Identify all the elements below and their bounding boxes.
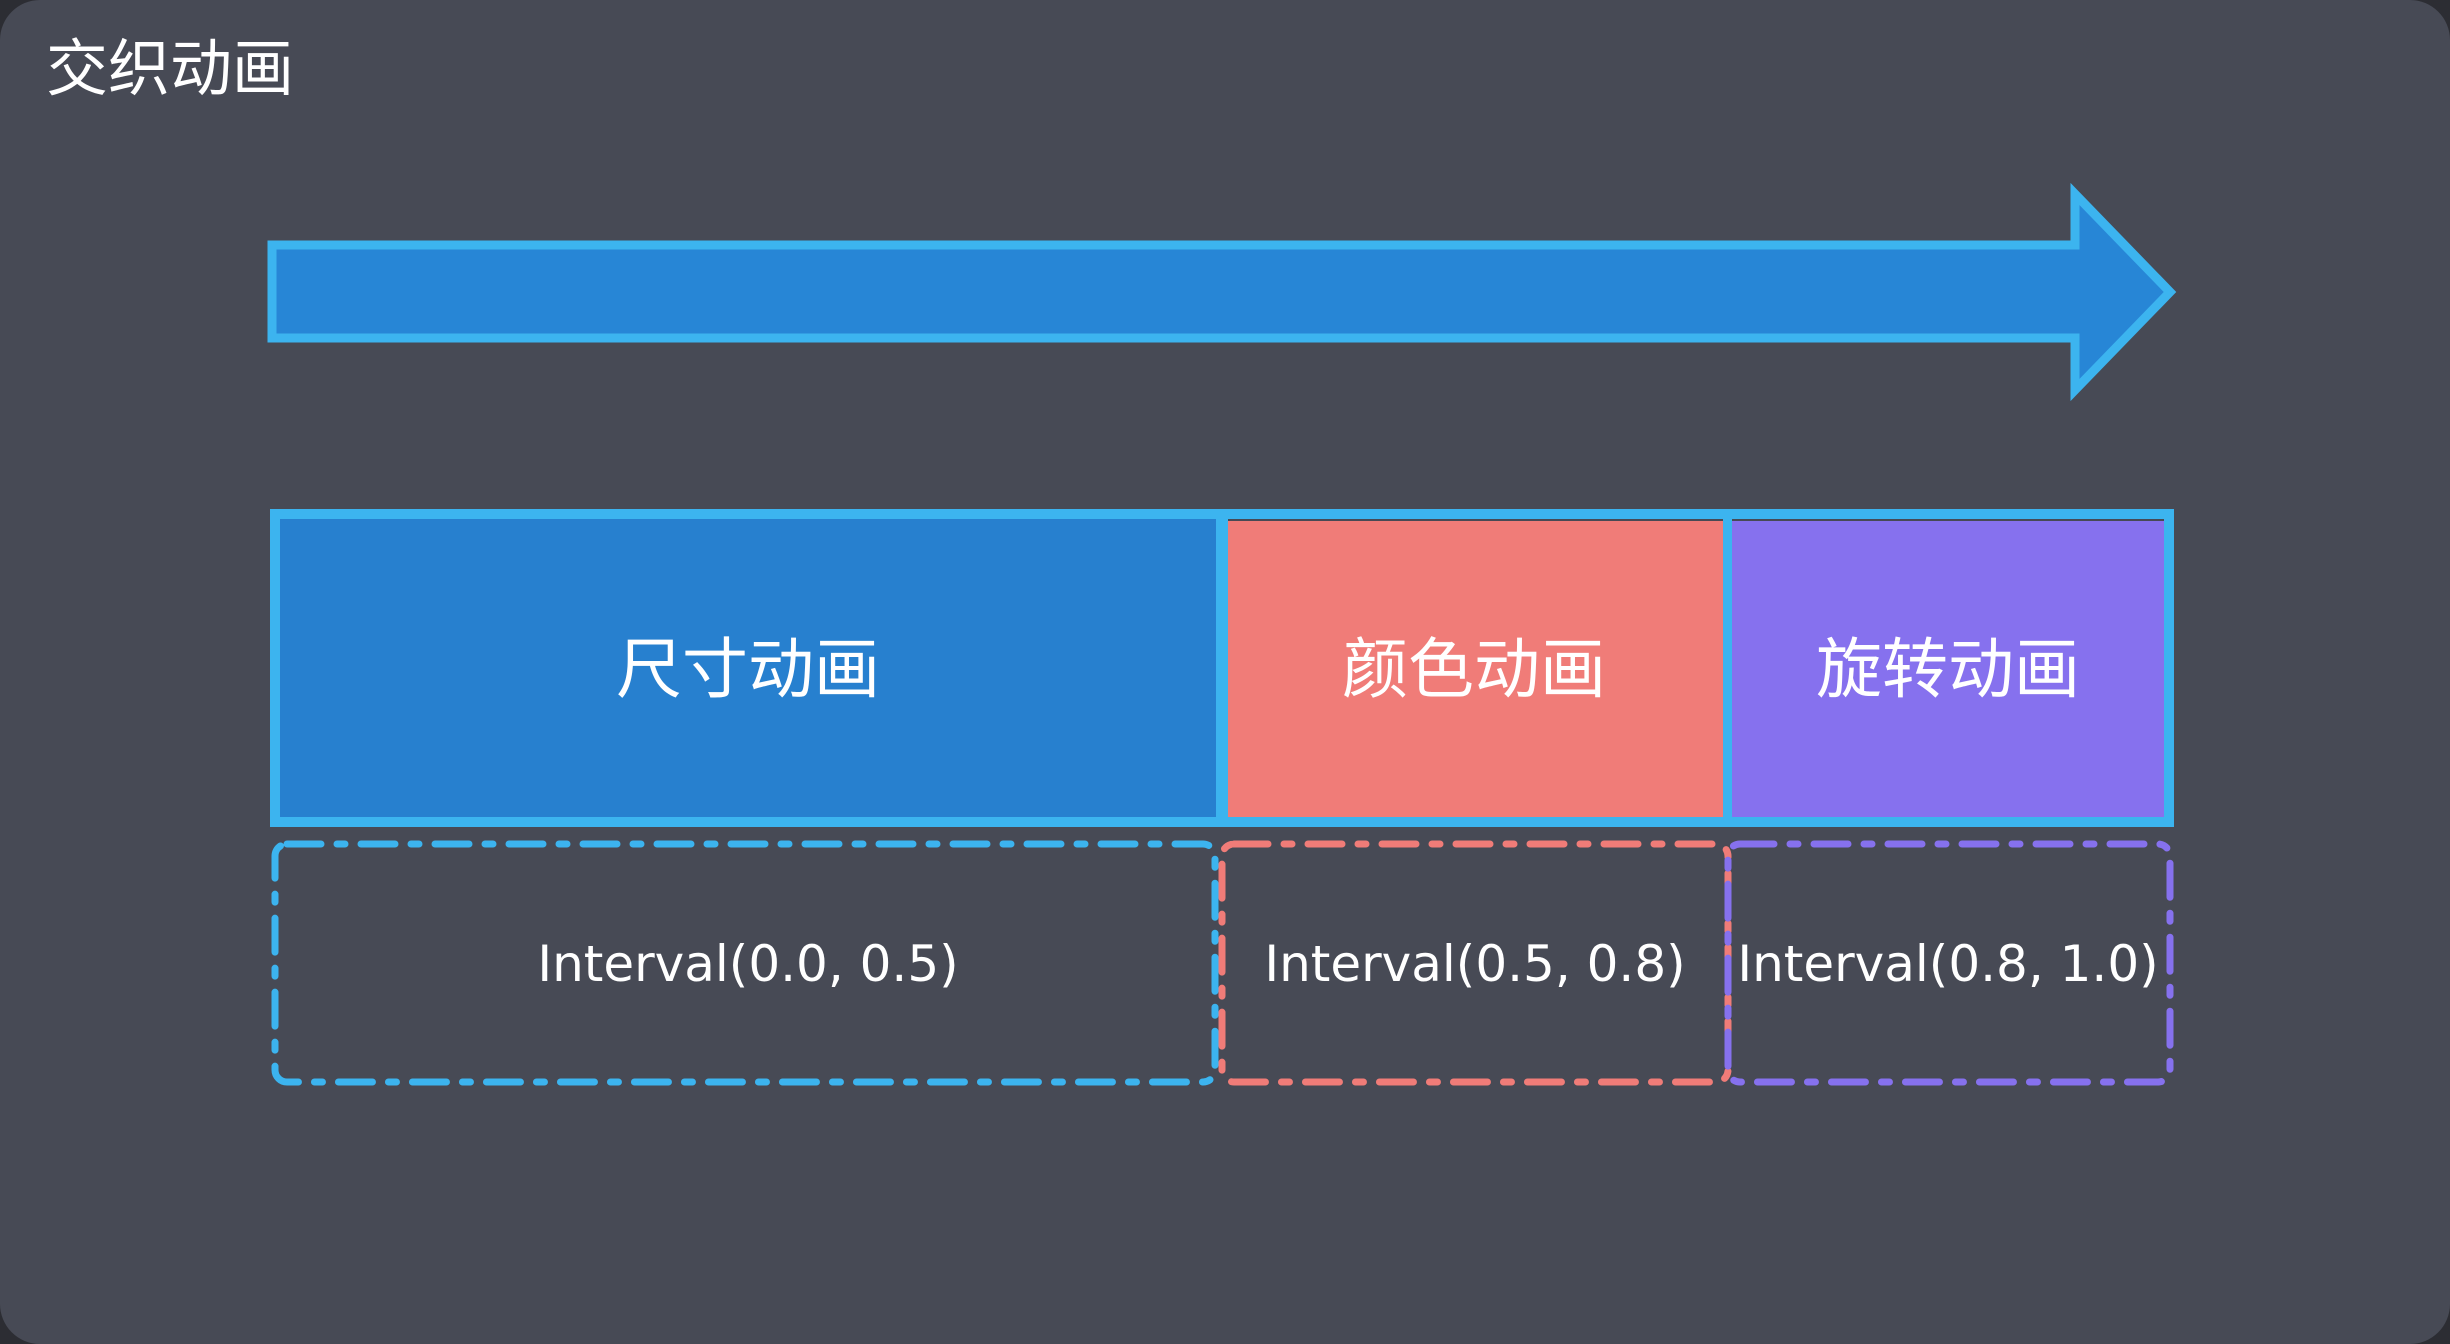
slide: 交织动画 尺寸动画 颜色动画 旋转动画 Interval(0.0, 0.5) I… [0,0,2450,1344]
interval-label-rotate: Interval(0.8, 1.0) [1737,935,2158,993]
interval-label-size: Interval(0.0, 0.5) [537,935,958,993]
segment-label-size: 尺寸动画 [616,631,880,708]
animation-segments: 尺寸动画 颜色动画 旋转动画 [270,509,2174,827]
staggered-animation-diagram: 尺寸动画 颜色动画 旋转动画 Interval(0.0, 0.5) Interv… [267,182,2177,1086]
segment-label-color: 颜色动画 [1342,631,1606,708]
segment-label-rotate: 旋转动画 [1816,631,2080,708]
segment-divider [1216,516,1228,822]
interval-boxes: Interval(0.0, 0.5) Interval(0.5, 0.8) In… [271,840,2174,1086]
segment-divider [1723,516,1732,822]
timeline-arrow [267,182,2177,402]
interval-label-color: Interval(0.5, 0.8) [1264,935,1685,993]
